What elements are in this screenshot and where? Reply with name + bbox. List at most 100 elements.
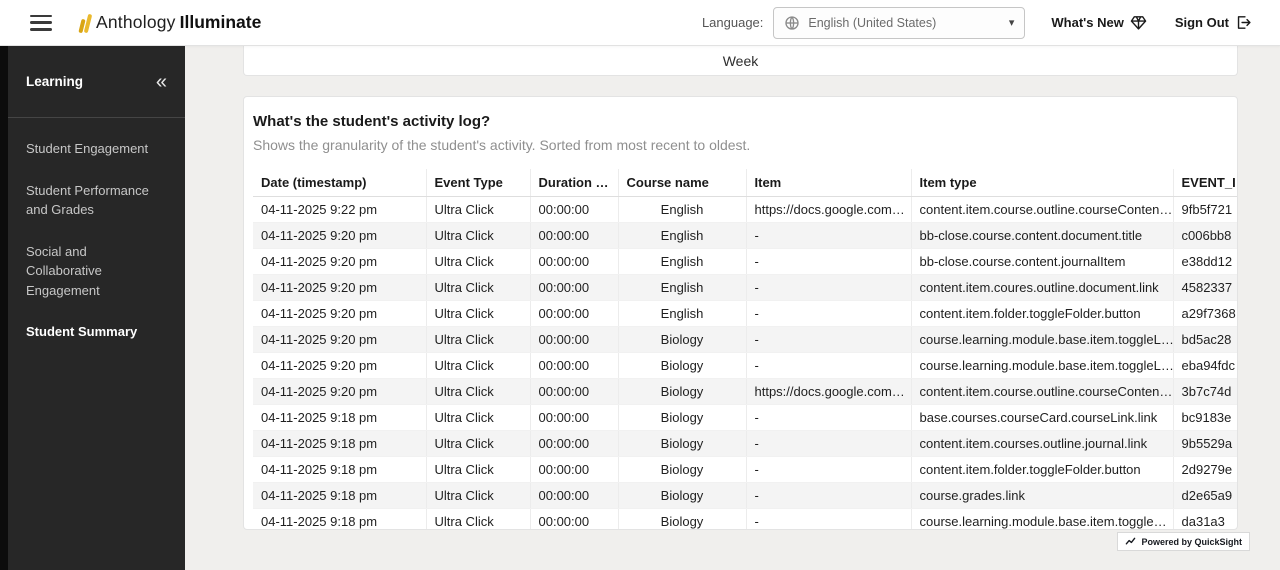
cell-event-type: Ultra Click (426, 431, 530, 457)
cell-item-type: course.grades.link (911, 483, 1173, 509)
cell-date: 04-11-2025 9:18 pm (253, 509, 426, 531)
cell-course-name: Biology (618, 431, 746, 457)
cell-date: 04-11-2025 9:20 pm (253, 379, 426, 405)
cell-date: 04-11-2025 9:20 pm (253, 353, 426, 379)
cell-event-type: Ultra Click (426, 301, 530, 327)
sidebar: Learning « Student Engagement Student Pe… (0, 46, 185, 570)
sidebar-item-student-engagement[interactable]: Student Engagement (8, 128, 185, 170)
collapse-sidebar-icon[interactable]: « (152, 70, 171, 94)
cell-date: 04-11-2025 9:20 pm (253, 301, 426, 327)
cell-duration: 00:00:00 (530, 405, 618, 431)
col-header-event-id[interactable]: EVENT_I (1173, 169, 1238, 197)
cell-item: - (746, 327, 911, 353)
cell-event-type: Ultra Click (426, 223, 530, 249)
language-label: Language: (702, 15, 763, 30)
table-row[interactable]: 04-11-2025 9:20 pm Ultra Click 00:00:00 … (253, 249, 1238, 275)
cell-event-type: Ultra Click (426, 483, 530, 509)
table-row[interactable]: 04-11-2025 9:18 pm Ultra Click 00:00:00 … (253, 457, 1238, 483)
cell-item: - (746, 431, 911, 457)
cell-duration: 00:00:00 (530, 249, 618, 275)
cell-item-type: content.item.courses.outline.journal.lin… (911, 431, 1173, 457)
chevron-down-icon: ▾ (1009, 16, 1015, 29)
sidebar-item-student-performance[interactable]: Student Performance and Grades (8, 170, 185, 231)
cell-event-id: 9fb5f721 (1173, 197, 1238, 223)
cell-date: 04-11-2025 9:20 pm (253, 249, 426, 275)
table-row[interactable]: 04-11-2025 9:18 pm Ultra Click 00:00:00 … (253, 509, 1238, 531)
cell-date: 04-11-2025 9:18 pm (253, 431, 426, 457)
language-selected-value: English (United States) (808, 16, 1008, 30)
cell-item: - (746, 275, 911, 301)
cell-course-name: Biology (618, 353, 746, 379)
cell-event-id: da31a3 (1173, 509, 1238, 531)
col-header-date[interactable]: Date (timestamp) (253, 169, 426, 197)
cell-event-type: Ultra Click (426, 249, 530, 275)
cell-course-name: English (618, 197, 746, 223)
table-row[interactable]: 04-11-2025 9:20 pm Ultra Click 00:00:00 … (253, 223, 1238, 249)
activity-log-card: What's the student's activity log? Shows… (243, 96, 1238, 530)
cell-course-name: Biology (618, 379, 746, 405)
cell-date: 04-11-2025 9:18 pm (253, 457, 426, 483)
cell-event-id: eba94fdc (1173, 353, 1238, 379)
cell-item-type: course.learning.module.base.item.toggleL… (911, 327, 1173, 353)
cell-duration: 00:00:00 (530, 353, 618, 379)
table-row[interactable]: 04-11-2025 9:20 pm Ultra Click 00:00:00 … (253, 301, 1238, 327)
sidebar-nav: Student Engagement Student Performance a… (8, 118, 185, 353)
col-header-event-type[interactable]: Event Type (426, 169, 530, 197)
cell-item: - (746, 249, 911, 275)
cell-duration: 00:00:00 (530, 483, 618, 509)
cell-date: 04-11-2025 9:18 pm (253, 483, 426, 509)
cell-duration: 00:00:00 (530, 301, 618, 327)
powered-by-quicksight-badge: Powered by QuickSight (1117, 532, 1250, 551)
cell-event-type: Ultra Click (426, 197, 530, 223)
cell-item: https://docs.google.com… (746, 197, 911, 223)
cell-item: - (746, 457, 911, 483)
sidebar-item-social-collaborative[interactable]: Social and Collaborative Engagement (8, 231, 185, 312)
card-title: What's the student's activity log? (253, 113, 1237, 130)
cell-item: - (746, 301, 911, 327)
col-header-duration[interactable]: Duration … (530, 169, 618, 197)
whats-new-button[interactable]: What's New (1051, 14, 1146, 31)
cell-event-id: a29f7368 (1173, 301, 1238, 327)
table-row[interactable]: 04-11-2025 9:20 pm Ultra Click 00:00:00 … (253, 379, 1238, 405)
cell-date: 04-11-2025 9:22 pm (253, 197, 426, 223)
cell-item-type: content.item.course.outline.courseConten… (911, 379, 1173, 405)
cell-course-name: English (618, 249, 746, 275)
card-subtitle: Shows the granularity of the student's a… (253, 137, 1237, 153)
cell-course-name: Biology (618, 509, 746, 531)
sidebar-section-title: Learning (26, 74, 83, 89)
hamburger-menu-icon[interactable] (30, 15, 52, 31)
language-dropdown[interactable]: English (United States) ▾ (773, 7, 1025, 39)
col-header-item-type[interactable]: Item type (911, 169, 1173, 197)
cell-item: - (746, 483, 911, 509)
whats-new-label: What's New (1051, 15, 1123, 30)
cell-item-type: content.item.folder.toggleFolder.button (911, 457, 1173, 483)
table-row[interactable]: 04-11-2025 9:20 pm Ultra Click 00:00:00 … (253, 275, 1238, 301)
table-header-row: Date (timestamp) Event Type Duration … C… (253, 169, 1238, 197)
cell-event-id: 9b5529a (1173, 431, 1238, 457)
cell-course-name: English (618, 223, 746, 249)
table-row[interactable]: 04-11-2025 9:20 pm Ultra Click 00:00:00 … (253, 353, 1238, 379)
cell-item-type: bb-close.course.content.journalItem (911, 249, 1173, 275)
cell-item: - (746, 353, 911, 379)
app-root: Anthology Illuminate Language: English (… (0, 0, 1280, 570)
cell-course-name: English (618, 301, 746, 327)
cell-duration: 00:00:00 (530, 327, 618, 353)
sign-out-button[interactable]: Sign Out (1175, 14, 1252, 31)
gem-icon (1130, 14, 1147, 31)
table-row[interactable]: 04-11-2025 9:18 pm Ultra Click 00:00:00 … (253, 431, 1238, 457)
sidebar-item-student-summary[interactable]: Student Summary (8, 311, 185, 353)
table-row[interactable]: 04-11-2025 9:18 pm Ultra Click 00:00:00 … (253, 405, 1238, 431)
col-header-item[interactable]: Item (746, 169, 911, 197)
cell-event-type: Ultra Click (426, 275, 530, 301)
brand-logo: Anthology Illuminate (80, 12, 261, 33)
cell-course-name: Biology (618, 405, 746, 431)
sidebar-header: Learning « (8, 46, 185, 118)
header-actions: Language: English (United States) ▾ What… (702, 7, 1252, 39)
col-header-course-name[interactable]: Course name (618, 169, 746, 197)
activity-table: Date (timestamp) Event Type Duration … C… (253, 169, 1238, 530)
table-row[interactable]: 04-11-2025 9:22 pm Ultra Click 00:00:00 … (253, 197, 1238, 223)
table-row[interactable]: 04-11-2025 9:20 pm Ultra Click 00:00:00 … (253, 327, 1238, 353)
cell-event-id: c006bb8 (1173, 223, 1238, 249)
table-row[interactable]: 04-11-2025 9:18 pm Ultra Click 00:00:00 … (253, 483, 1238, 509)
cell-duration: 00:00:00 (530, 197, 618, 223)
